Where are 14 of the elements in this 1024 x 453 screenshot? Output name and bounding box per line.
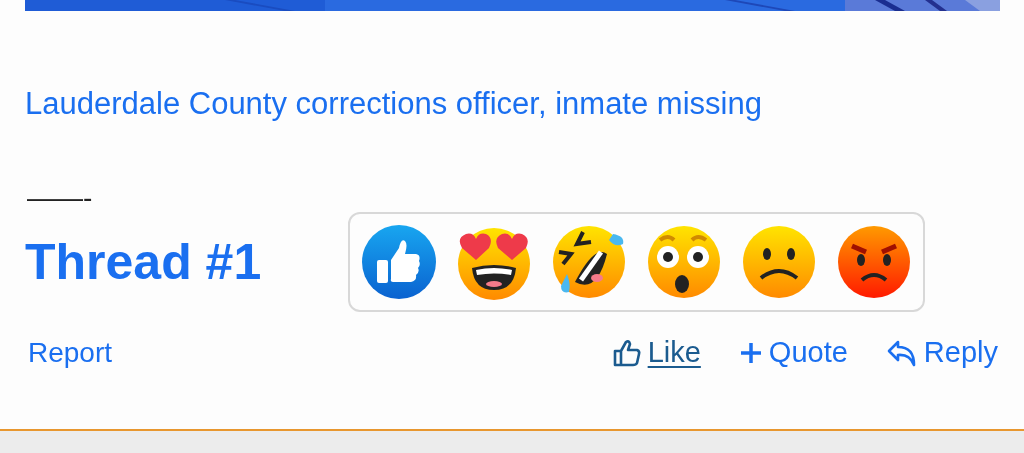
separator-text: ——- xyxy=(27,184,93,212)
quote-link[interactable]: Quote xyxy=(738,336,848,369)
laughing-emoji-icon[interactable] xyxy=(551,224,627,300)
thumbs-up-icon[interactable] xyxy=(361,224,437,300)
report-link[interactable]: Report xyxy=(28,336,113,368)
plus-icon xyxy=(738,340,763,365)
frowning-emoji-icon[interactable] xyxy=(741,224,817,300)
article-link[interactable]: Lauderdale County corrections officer, inmate missing xyxy=(25,86,762,122)
angry-emoji-icon[interactable] xyxy=(836,224,912,300)
thread-heading: Thread #1 xyxy=(25,233,263,291)
thumbs-up-icon xyxy=(611,337,642,368)
like-link[interactable]: Like xyxy=(611,336,701,369)
surprised-emoji-icon[interactable] xyxy=(646,224,722,300)
reply-link[interactable]: Reply xyxy=(885,336,998,369)
